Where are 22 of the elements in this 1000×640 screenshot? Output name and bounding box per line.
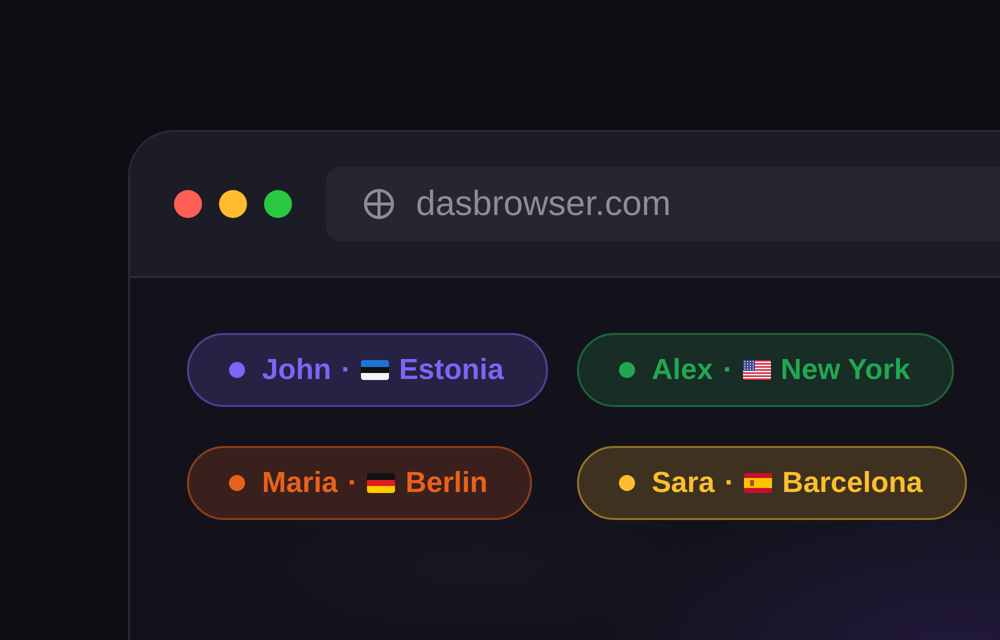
place-name: New York — [780, 354, 910, 386]
estonia-flag-icon — [360, 360, 389, 380]
spain-flag-icon — [744, 473, 772, 493]
address-field[interactable]: dasbrowser.com — [326, 167, 1000, 241]
person-name: Alex — [652, 354, 713, 386]
person-name: Maria — [262, 466, 338, 500]
maximize-button[interactable] — [264, 190, 292, 218]
usa-flag-icon — [742, 360, 771, 380]
minimize-button[interactable] — [219, 190, 247, 218]
separator: · — [341, 354, 351, 386]
url-text: dasbrowser.com — [416, 184, 671, 224]
place-name: Barcelona — [782, 466, 922, 500]
separator: · — [348, 466, 358, 500]
close-button[interactable] — [174, 190, 202, 218]
separator: · — [722, 354, 733, 386]
separator: · — [724, 466, 734, 500]
person-name: Sara — [652, 466, 715, 500]
germany-flag-icon — [367, 473, 396, 493]
place-name: Estonia — [398, 354, 504, 386]
circle-cross-icon — [364, 189, 394, 219]
person-name: John — [262, 354, 332, 386]
place-name: Berlin — [405, 466, 488, 500]
